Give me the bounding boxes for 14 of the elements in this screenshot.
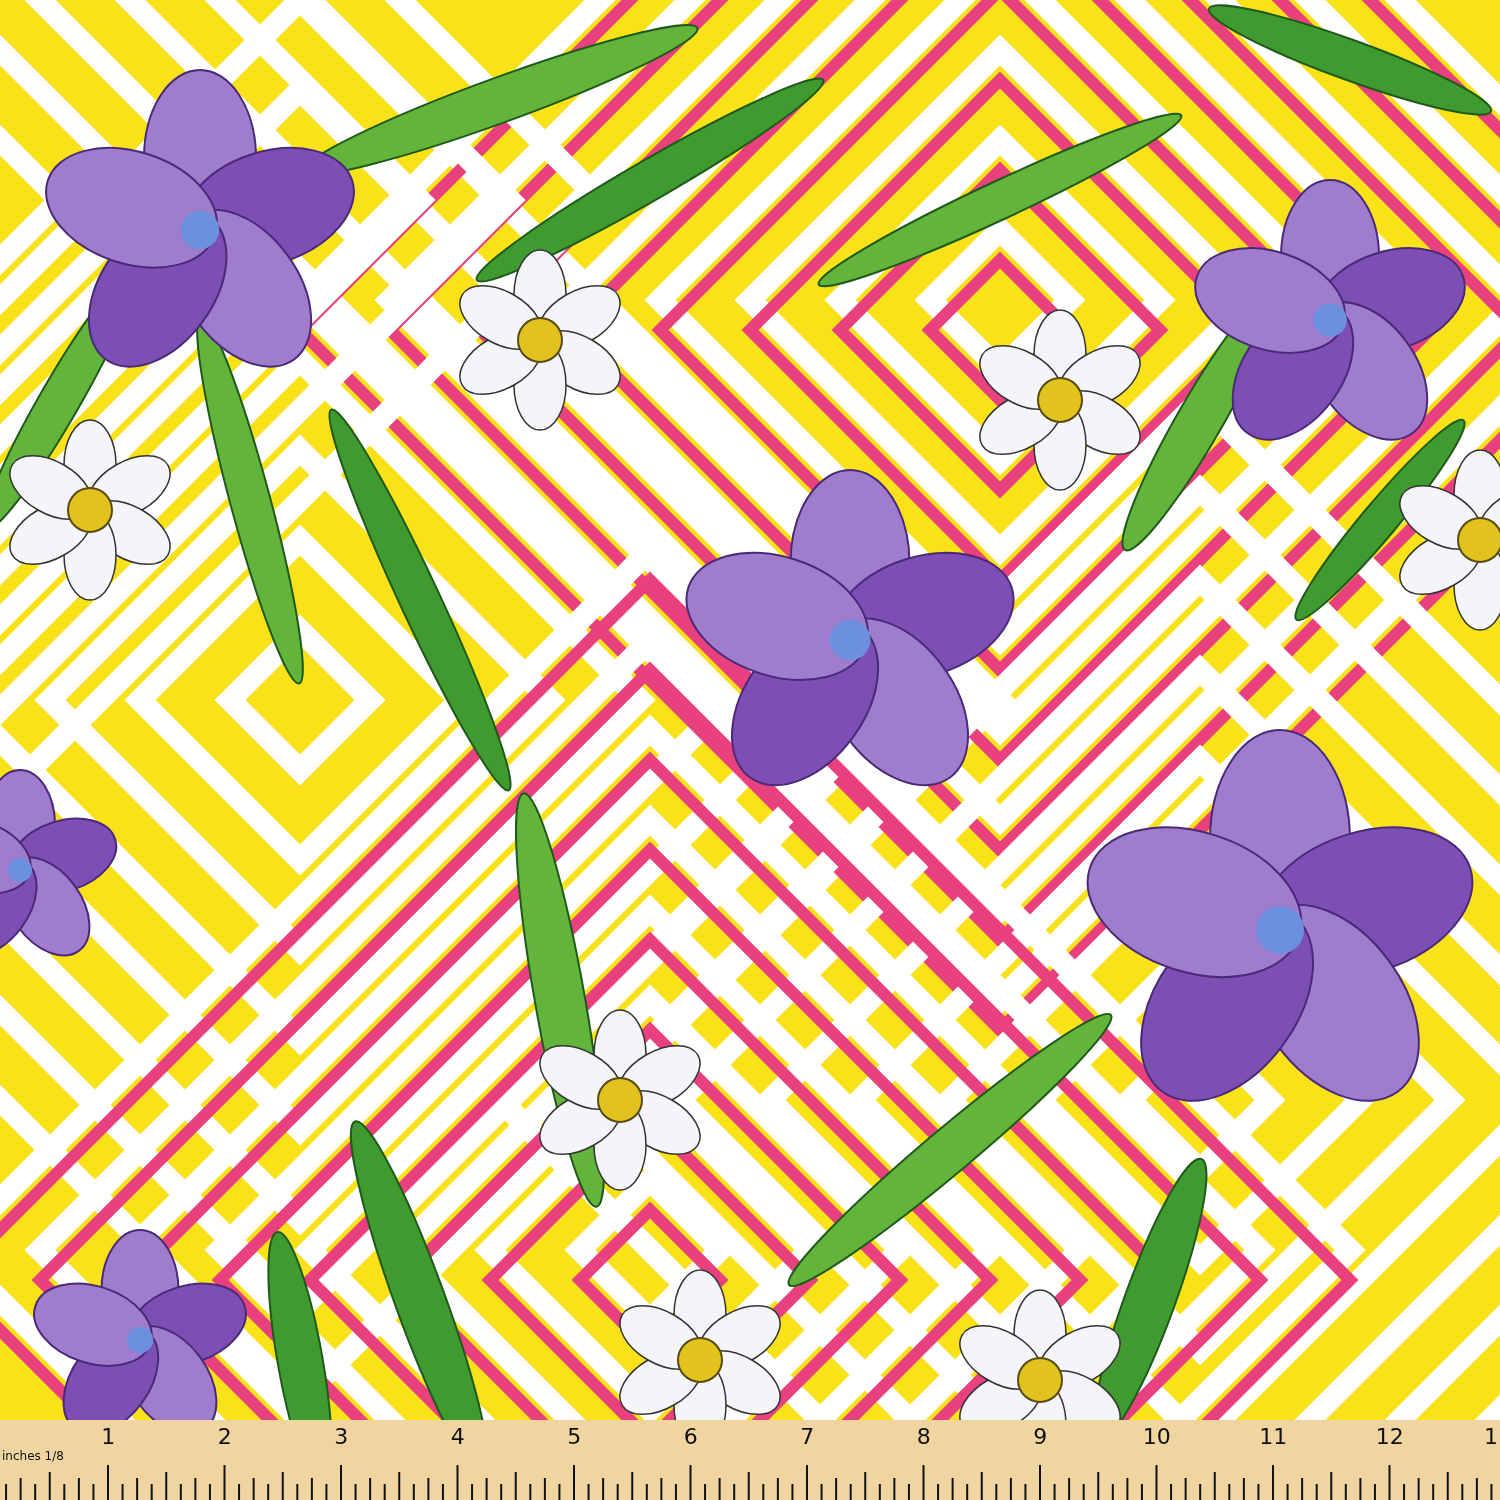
ruler-number: 6 xyxy=(682,1425,699,1449)
ruler-number: 8 xyxy=(915,1425,932,1449)
ruler-number: 10 xyxy=(1141,1425,1172,1449)
ruler-number: 4 xyxy=(449,1425,466,1449)
ruler-number: 1 xyxy=(1483,1425,1498,1449)
ruler-number: 2 xyxy=(216,1425,233,1449)
ruler-number: 5 xyxy=(566,1425,583,1449)
ruler-number: 11 xyxy=(1258,1425,1289,1449)
ruler-number: 1 xyxy=(100,1425,117,1449)
ruler-number: 3 xyxy=(333,1425,350,1449)
ruler-number: 12 xyxy=(1374,1425,1405,1449)
ruler-number: 9 xyxy=(1032,1425,1049,1449)
unit-label: inches 1/8 xyxy=(2,1450,64,1463)
ruler-number: 7 xyxy=(799,1425,816,1449)
